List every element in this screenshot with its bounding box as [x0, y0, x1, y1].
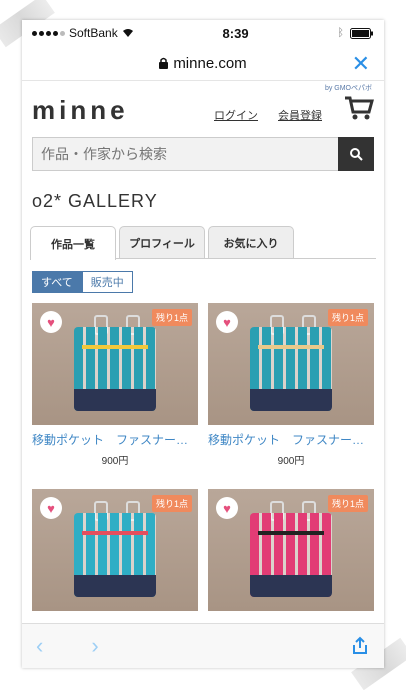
clock: 8:39: [222, 25, 249, 41]
search-icon: [350, 148, 363, 161]
phone-screen: SoftBank 8:39 ᛒ minne.com ✕ by GMOペパボ mi…: [22, 20, 384, 668]
pouch-shape: [74, 513, 156, 597]
lock-icon: [159, 57, 169, 69]
favorite-heart-icon[interactable]: ♥: [216, 497, 238, 519]
pouch-shape: [74, 327, 156, 411]
product-image[interactable]: ♥ 残り1点: [32, 303, 198, 425]
search-button[interactable]: [338, 137, 374, 171]
stock-badge: 残り1点: [151, 495, 192, 512]
product-price: 900円: [101, 456, 129, 467]
forward-icon[interactable]: ›: [91, 633, 98, 659]
product-image[interactable]: ♥ 残り1点: [208, 303, 374, 425]
address-bar[interactable]: minne.com ✕: [22, 46, 384, 81]
stock-badge: 残り1点: [327, 495, 368, 512]
register-link[interactable]: 会員登録: [278, 107, 322, 123]
battery-icon: [350, 27, 373, 39]
product-name[interactable]: 移動ポケット ファスナー付き: [208, 431, 374, 448]
product-image[interactable]: ♥ 残り1点: [208, 489, 374, 611]
site-logo[interactable]: minne: [32, 95, 129, 126]
back-icon[interactable]: ‹: [36, 633, 43, 659]
partner-label: by GMOペパボ: [324, 85, 372, 92]
product-image[interactable]: ♥ 残り1点: [32, 489, 198, 611]
filter-all-button[interactable]: すべて: [32, 271, 82, 293]
search-input[interactable]: [32, 137, 338, 171]
tab-profile[interactable]: プロフィール: [119, 226, 205, 258]
product-card[interactable]: ♥ 残り1点: [208, 489, 374, 621]
close-icon[interactable]: ✕: [352, 51, 370, 77]
filter-on-sale-button[interactable]: 販売中: [81, 271, 133, 293]
tab-favorites[interactable]: お気に入り: [208, 226, 294, 258]
search-bar: [32, 137, 374, 171]
tab-works[interactable]: 作品一覧: [30, 226, 116, 260]
browser-toolbar: ‹ ›: [22, 623, 384, 668]
gallery-title: o2* GALLERY: [32, 191, 158, 211]
status-bar: SoftBank 8:39 ᛒ: [22, 20, 384, 46]
cart-icon[interactable]: [344, 95, 374, 121]
favorite-heart-icon[interactable]: ♥: [40, 497, 62, 519]
product-card[interactable]: ♥ 残り1点: [32, 489, 198, 621]
url-text: minne.com: [173, 54, 247, 72]
product-card[interactable]: ♥ 残り1点 移動ポケット ファスナー付き 900円: [32, 303, 198, 467]
favorite-heart-icon[interactable]: ♥: [216, 311, 238, 333]
site-header: by GMOペパボ minne ログイン 会員登録: [22, 81, 384, 125]
product-name[interactable]: 移動ポケット ファスナー付き: [32, 431, 198, 448]
pouch-shape: [250, 513, 332, 597]
product-card[interactable]: ♥ 残り1点 移動ポケット ファスナー付き 900円: [208, 303, 374, 467]
product-price: 900円: [277, 456, 305, 467]
wifi-icon: [122, 29, 133, 37]
filter-group: すべて 販売中: [32, 271, 374, 293]
signal-icon: [32, 30, 65, 36]
stock-badge: 残り1点: [151, 309, 192, 326]
share-icon[interactable]: [350, 636, 370, 656]
pouch-shape: [250, 327, 332, 411]
carrier-label: SoftBank: [69, 26, 118, 40]
favorite-heart-icon[interactable]: ♥: [40, 311, 62, 333]
product-grid: ♥ 残り1点 移動ポケット ファスナー付き 900円 ♥ 残り1点 移動ポケット…: [32, 303, 374, 621]
bluetooth-icon: ᛒ: [337, 27, 344, 39]
tab-bar: 作品一覧 プロフィール お気に入り: [30, 226, 376, 260]
stock-badge: 残り1点: [327, 309, 368, 326]
login-link[interactable]: ログイン: [214, 107, 258, 123]
